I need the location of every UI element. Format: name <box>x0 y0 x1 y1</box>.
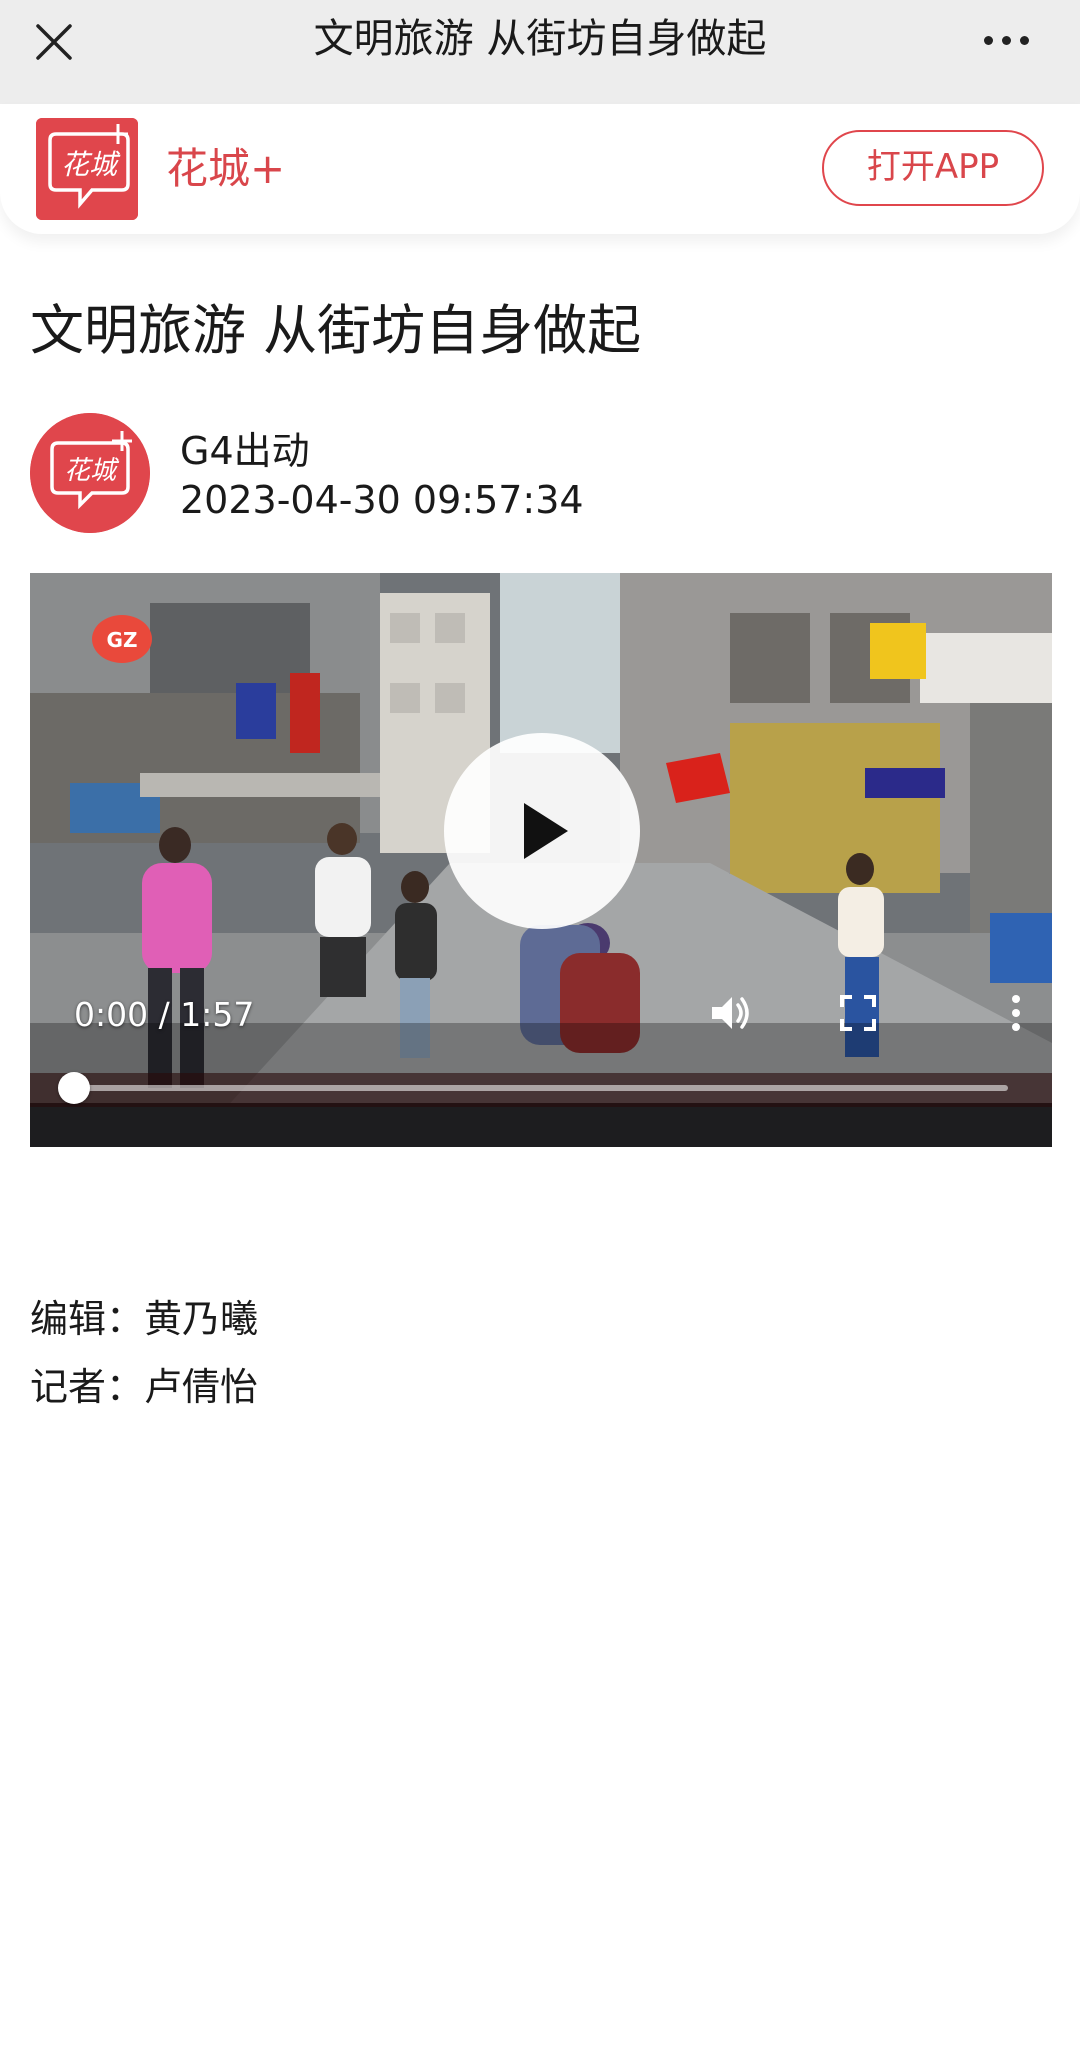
svg-text:花城: 花城 <box>64 456 120 486</box>
reporter-label: 记者： <box>30 1365 145 1409</box>
top-navbar: 文明旅游 从街坊自身做起 <box>0 0 1080 104</box>
video-progress-track[interactable] <box>86 1085 1008 1091</box>
play-icon <box>524 803 568 859</box>
svg-text:GZ: GZ <box>107 628 138 652</box>
reporter-credit: 记者：卢倩怡 <box>30 1356 258 1411</box>
video-time-display: 0:00 / 1:57 <box>74 995 254 1034</box>
editor-label: 编辑： <box>30 1297 145 1341</box>
author-avatar[interactable]: 花城 <box>30 413 150 533</box>
editor-credit: 编辑：黄乃曦 <box>30 1288 258 1343</box>
reporter-name: 卢倩怡 <box>144 1365 259 1409</box>
play-button[interactable] <box>444 733 640 929</box>
app-banner: 花城 花城+ 打开APP <box>0 104 1080 234</box>
author-name[interactable]: G4出动 <box>180 420 310 475</box>
time-separator: / <box>148 995 181 1034</box>
current-time: 0:00 <box>74 995 149 1034</box>
volume-icon[interactable] <box>706 989 754 1037</box>
article-title: 文明旅游 从街坊自身做起 <box>30 299 642 362</box>
svg-text:花城: 花城 <box>61 148 121 181</box>
close-icon[interactable] <box>26 14 82 70</box>
more-vertical-icon[interactable] <box>992 989 1040 1037</box>
more-dots-icon[interactable] <box>976 20 1036 60</box>
fullscreen-icon[interactable] <box>834 989 882 1037</box>
duration: 1:57 <box>180 995 255 1034</box>
nav-title: 文明旅游 从街坊自身做起 <box>313 16 767 62</box>
app-name: 花城+ <box>166 144 286 193</box>
editor-name: 黄乃曦 <box>144 1297 259 1341</box>
open-app-button[interactable]: 打开APP <box>822 130 1044 206</box>
app-logo[interactable]: 花城 <box>36 118 138 220</box>
video-progress-knob[interactable] <box>58 1072 90 1104</box>
publish-time: 2023-04-30 09:57:34 <box>180 478 584 522</box>
video-player[interactable]: GZ 0:00 / 1:57 <box>30 573 1052 1147</box>
